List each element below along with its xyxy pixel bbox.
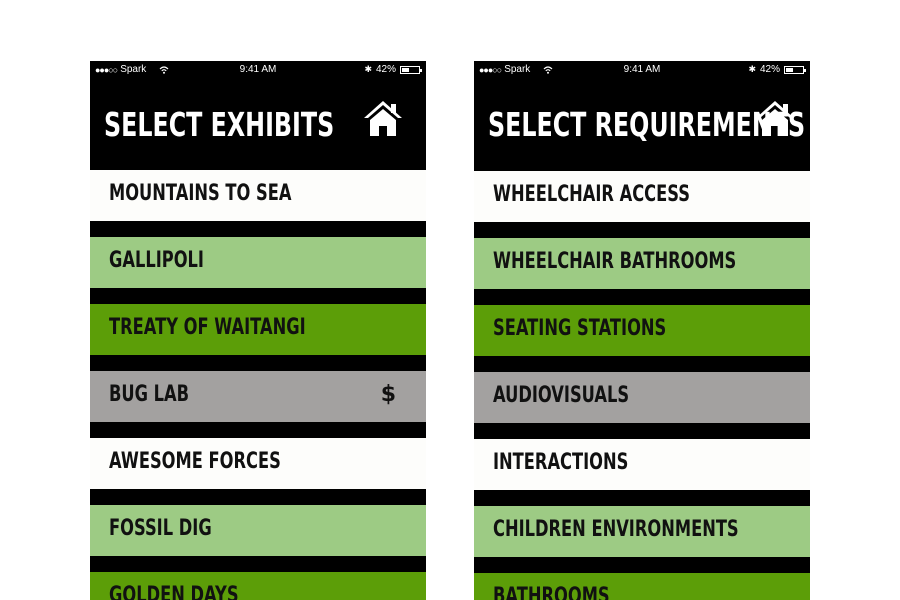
list-item[interactable]: WHEELCHAIR BATHROOMS xyxy=(474,238,810,289)
list-item-label: FOSSIL DIG xyxy=(109,516,212,541)
list-item-label: MOUNTAINS TO SEA xyxy=(109,181,292,206)
status-bar: ●●●○○ Spark 9:41 AM ✱ 42% xyxy=(474,61,810,79)
list-item-label: SEATING STATIONS xyxy=(493,316,667,341)
list-item[interactable]: CHILDREN ENVIRONMENTS xyxy=(474,506,810,557)
status-bar: ●●●○○ Spark 9:41 AM ✱ 42% xyxy=(90,61,426,79)
list-item[interactable]: SEATING STATIONS xyxy=(474,305,810,356)
page-title: SELECT EXHIBITS xyxy=(104,105,335,144)
list-item[interactable]: AWESOME FORCES xyxy=(90,438,426,489)
list-item-label: AUDIOVISUALS xyxy=(493,383,630,408)
bluetooth-icon: ✱ xyxy=(748,64,756,74)
list-item-label: TREATY OF WAITANGI xyxy=(109,315,306,340)
list-item[interactable]: GOLDEN DAYS xyxy=(90,572,426,600)
battery-percent: 42% xyxy=(759,64,780,75)
home-button[interactable] xyxy=(754,99,796,139)
list-item[interactable]: TREATY OF WAITANGI xyxy=(90,304,426,355)
list-item-label: BUG LAB xyxy=(109,382,190,407)
header: SELECT EXHIBITS xyxy=(90,79,426,170)
list-item-label: INTERACTIONS xyxy=(493,450,629,475)
list-item[interactable]: BUG LAB $ xyxy=(90,371,426,422)
price-badge: $ xyxy=(380,382,396,407)
list-item-label: AWESOME FORCES xyxy=(109,449,281,474)
list-item[interactable]: BATHROOMS xyxy=(474,573,810,600)
list-item[interactable]: GALLIPOLI xyxy=(90,237,426,288)
list-item[interactable]: INTERACTIONS xyxy=(474,439,810,490)
battery-level-fill xyxy=(402,67,409,72)
list-item-label: WHEELCHAIR BATHROOMS xyxy=(493,249,737,274)
requirements-screen: ●●●○○ Spark 9:41 AM ✱ 42% SELECT REQUIRE… xyxy=(474,61,810,600)
list-item-label: GALLIPOLI xyxy=(109,248,204,273)
exhibits-screen: ●●●○○ Spark 9:41 AM ✱ 42% SELECT EXHIBIT… xyxy=(90,61,426,600)
home-icon xyxy=(364,101,402,136)
home-button[interactable] xyxy=(362,99,404,139)
list-item[interactable]: WHEELCHAIR ACCESS xyxy=(474,171,810,222)
list-item[interactable]: FOSSIL DIG xyxy=(90,505,426,556)
list-item-label: WHEELCHAIR ACCESS xyxy=(493,182,690,207)
list-item[interactable]: AUDIOVISUALS xyxy=(474,372,810,423)
header: SELECT REQUIREMENTS xyxy=(474,79,810,170)
battery-percent: 42% xyxy=(375,64,396,75)
battery-level-fill xyxy=(786,67,793,72)
list-item-label: GOLDEN DAYS xyxy=(109,583,239,600)
bluetooth-icon: ✱ xyxy=(364,64,372,74)
battery-icon xyxy=(400,65,422,74)
list-item[interactable]: MOUNTAINS TO SEA xyxy=(90,170,426,221)
battery-icon xyxy=(784,65,806,74)
list-item-label: BATHROOMS xyxy=(493,584,610,600)
list-item-label: CHILDREN ENVIRONMENTS xyxy=(493,517,739,542)
home-icon xyxy=(756,101,794,136)
